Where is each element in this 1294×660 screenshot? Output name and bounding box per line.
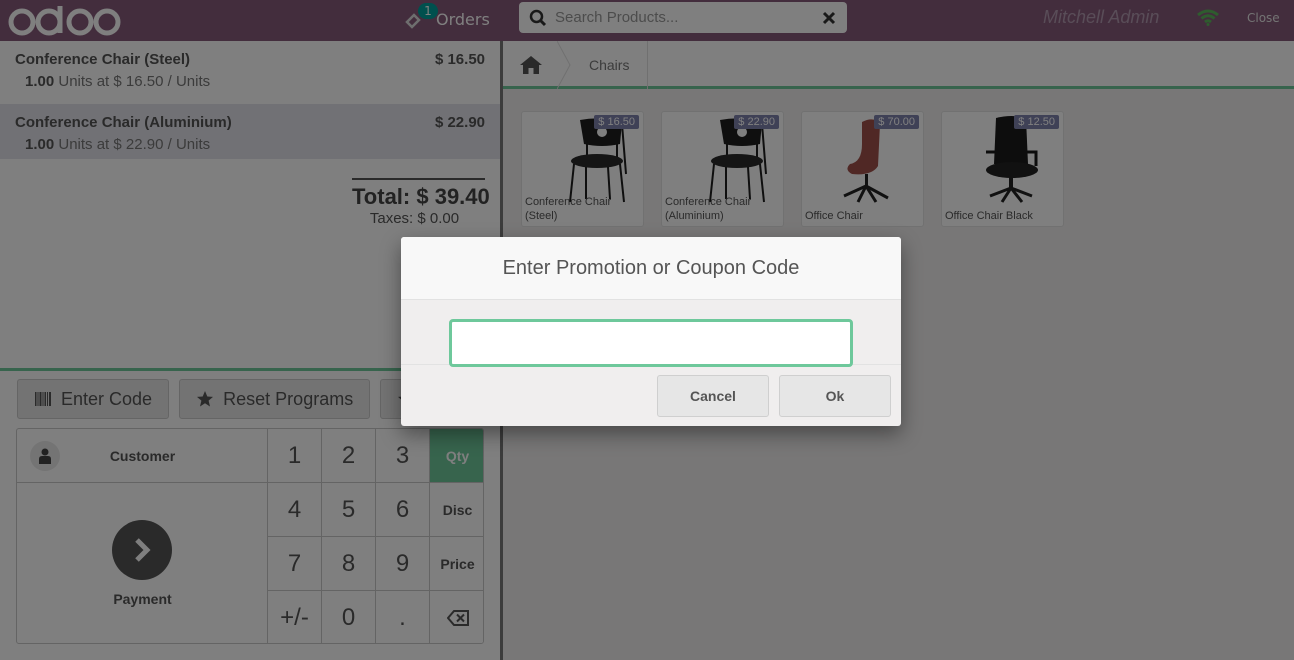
coupon-code-dialog: Enter Promotion or Coupon Code Cancel Ok xyxy=(401,237,901,426)
dialog-footer: Cancel Ok xyxy=(401,365,901,425)
dialog-body xyxy=(401,300,901,367)
cancel-button[interactable]: Cancel xyxy=(657,375,769,417)
ok-button[interactable]: Ok xyxy=(779,375,891,417)
coupon-code-input[interactable] xyxy=(449,319,853,367)
dialog-title: Enter Promotion or Coupon Code xyxy=(401,237,901,300)
